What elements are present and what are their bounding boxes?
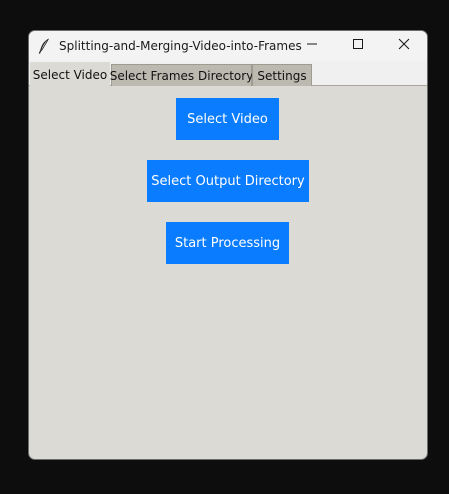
tab-select-video[interactable]: Select Video bbox=[30, 62, 110, 87]
close-icon bbox=[398, 37, 410, 55]
feather-icon bbox=[37, 38, 51, 54]
close-button[interactable] bbox=[381, 31, 427, 61]
window-title: Splitting-and-Merging-Video-into-Frames bbox=[59, 39, 302, 53]
select-video-button[interactable]: Select Video bbox=[176, 98, 279, 140]
window-controls bbox=[289, 31, 427, 61]
title-bar[interactable]: Splitting-and-Merging-Video-into-Frames bbox=[29, 31, 427, 61]
minimize-button[interactable] bbox=[289, 31, 335, 61]
app-window: Splitting-and-Merging-Video-into-Frames … bbox=[28, 30, 428, 460]
maximize-icon bbox=[352, 37, 364, 55]
tab-settings[interactable]: Settings bbox=[252, 64, 312, 86]
notebook-tabs: Select Video Select Frames Directory Set… bbox=[29, 61, 427, 87]
maximize-button[interactable] bbox=[335, 31, 381, 61]
minimize-icon bbox=[306, 37, 318, 55]
start-processing-button[interactable]: Start Processing bbox=[166, 222, 289, 264]
tab-select-frames-directory[interactable]: Select Frames Directory bbox=[110, 64, 253, 86]
select-output-directory-button[interactable]: Select Output Directory bbox=[147, 160, 309, 202]
